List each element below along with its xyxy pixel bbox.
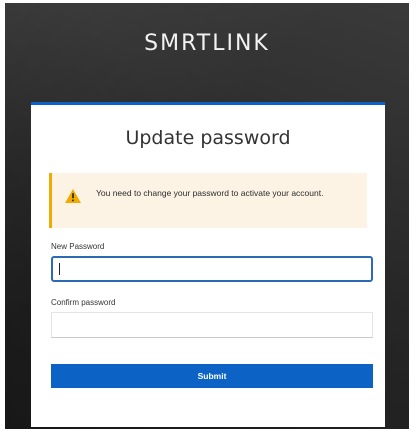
brand-logo: SMRTLINK (144, 31, 270, 56)
alert-message: You need to change your password to acti… (96, 188, 324, 198)
text-cursor (59, 263, 60, 275)
warning-alert: You need to change your password to acti… (49, 173, 367, 228)
update-password-card: Update password You need to change your … (31, 102, 385, 427)
confirm-password-label: Confirm password (51, 298, 116, 307)
new-password-field[interactable] (51, 256, 373, 282)
page-title: Update password (125, 127, 291, 149)
confirm-password-field[interactable] (51, 312, 373, 338)
login-background: SMRTLINK Update password You need to cha… (5, 3, 409, 429)
warning-triangle-icon (65, 189, 81, 203)
submit-button[interactable]: Submit (51, 364, 373, 388)
new-password-label: New Password (51, 242, 105, 251)
